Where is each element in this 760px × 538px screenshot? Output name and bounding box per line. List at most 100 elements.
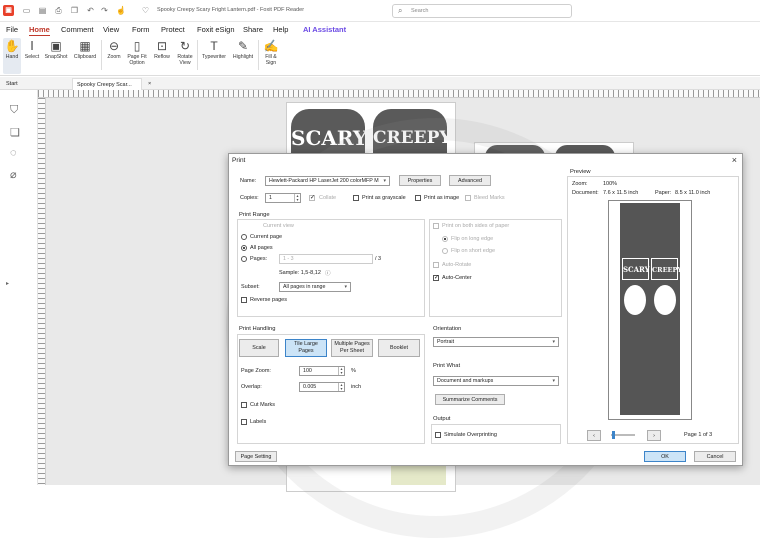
copies-input[interactable]: 1 ▴ ▾ [265, 193, 301, 203]
both-sides-checkbox[interactable] [433, 223, 439, 229]
highlighter-icon: ✎ [237, 39, 249, 53]
grayscale-checkbox[interactable] [353, 195, 359, 201]
menu-foxit-esign[interactable]: Foxit eSign [197, 25, 235, 34]
cancel-button[interactable]: Cancel [694, 451, 736, 462]
menu-file[interactable]: File [6, 25, 18, 34]
search-box[interactable]: ⌕ Search [392, 4, 572, 18]
current-page-radio[interactable] [241, 234, 247, 240]
tile-large-pages-button[interactable]: Tile Large Pages [285, 339, 327, 357]
ribbon-toolbar: ✋ Hand Ⅰ Select ▣ SnapShot ▦ Clipboard ⊖ Zoom… [0, 36, 760, 76]
info-icon[interactable]: ⓘ [325, 269, 331, 277]
print-as-image-checkbox[interactable] [415, 195, 421, 201]
preview-scary-panel: SCARY [622, 258, 650, 280]
page-fit-button[interactable]: ▯ Page Fit Option [126, 38, 148, 74]
booklet-button[interactable]: Booklet [378, 339, 420, 357]
bleed-marks-checkbox[interactable] [465, 195, 471, 201]
subset-select[interactable]: All pages in range ▾ [279, 282, 351, 292]
clipboard-button[interactable]: ▦ Clipboard [71, 38, 99, 74]
pages-radio[interactable] [241, 256, 247, 262]
zoom-button[interactable]: ⊖ Zoom [104, 38, 124, 74]
menu-bar: File Home Comment View Form Protect Foxi… [0, 22, 760, 36]
search-icon: ⌕ [398, 6, 403, 15]
pages-range-input[interactable]: 1 - 3 [279, 254, 373, 264]
pages-icon[interactable]: ❏ [10, 126, 20, 139]
advanced-button[interactable]: Advanced [449, 175, 491, 186]
menu-view[interactable]: View [103, 25, 119, 34]
close-tab-icon[interactable]: × [144, 78, 155, 90]
auto-center-checkbox[interactable]: ✓ [433, 275, 439, 281]
all-pages-radio[interactable] [241, 245, 247, 251]
typewriter-button[interactable]: T Typewriter [200, 38, 228, 74]
ok-button[interactable]: OK [644, 451, 686, 462]
reverse-pages-label: Reverse pages [250, 297, 287, 303]
snapshot-button[interactable]: ▣ SnapShot [43, 38, 69, 74]
cut-marks-checkbox[interactable] [241, 402, 247, 408]
flip-short-edge-radio[interactable] [442, 248, 448, 254]
comments-icon[interactable]: ◌ [10, 147, 17, 159]
clipboard-icon: ▦ [79, 39, 91, 53]
reflow-button[interactable]: ⊡ Reflow [151, 38, 173, 74]
favorite-heart-icon[interactable]: ♡ [141, 6, 150, 15]
reverse-pages-checkbox[interactable] [241, 297, 247, 303]
rotate-view-button[interactable]: ↻ Rotate View [175, 38, 195, 74]
menu-comment[interactable]: Comment [61, 25, 94, 34]
preview-zoom-value: 100% [603, 181, 618, 187]
copy-icon[interactable]: ❐ [70, 6, 79, 15]
hand-icon: ✋ [4, 39, 20, 53]
properties-button[interactable]: Properties [399, 175, 441, 186]
bookmark-icon[interactable]: ⛉ [10, 104, 18, 117]
print-handling-heading: Print Handling [239, 326, 276, 332]
page-zoom-input[interactable]: 100 ▴ ▾ [299, 366, 345, 376]
menu-form[interactable]: Form [132, 25, 150, 34]
highlight-button[interactable]: ✎ Highlight [230, 38, 256, 74]
document-size-value: 7.6 x 11.5 inch [603, 190, 639, 196]
stepper-arrows-icon[interactable]: ▴ ▾ [338, 383, 344, 391]
fill-sign-button[interactable]: ✍ Fill & Sign [262, 38, 280, 74]
menu-home[interactable]: Home [29, 25, 50, 36]
save-icon[interactable]: ▤ [38, 6, 47, 15]
print-icon[interactable]: ⎙ [54, 6, 63, 15]
labels-checkbox[interactable] [241, 419, 247, 425]
print-as-image-label: Print as image [424, 195, 460, 201]
tab-document[interactable]: Spooky Creepy Scar... [72, 78, 142, 90]
stepper-arrows-icon[interactable]: ▴ ▾ [338, 367, 344, 375]
preview-prev-button[interactable]: ‹ [587, 430, 601, 441]
page-counter: Page 1 of 3 [684, 432, 713, 438]
collate-checkbox[interactable]: ✓ [309, 195, 315, 201]
print-what-select[interactable]: Document and markups ▾ [433, 376, 559, 386]
foxit-logo-icon[interactable]: ▣ [3, 5, 14, 16]
menu-ai-assistant[interactable]: AI Assistant [303, 25, 346, 34]
menu-protect[interactable]: Protect [161, 25, 185, 34]
open-folder-icon[interactable]: ▭ [22, 6, 31, 15]
document-title: Spooky Creepy Scary Fright Lantern.pdf -… [157, 7, 305, 13]
menu-share[interactable]: Share [243, 25, 263, 34]
quick-tools-icon[interactable]: ☝ [116, 6, 126, 15]
redo-icon[interactable]: ↷ [100, 6, 109, 15]
preview-slider-thumb[interactable] [612, 431, 615, 439]
overlap-input[interactable]: 0.005 ▴ ▾ [299, 382, 345, 392]
title-bar: ▣ ▭ ▤ ⎙ ❐ ↶ ↷ ☝ ♡ Spooky Creepy Scary Fr… [0, 0, 760, 22]
tab-start[interactable]: Start [2, 78, 22, 90]
printer-select[interactable]: Hewlett-Packard HP LaserJet 200 colorMFP… [265, 176, 390, 186]
menu-help[interactable]: Help [273, 25, 288, 34]
preview-next-button[interactable]: › [647, 430, 661, 441]
simulate-overprinting-checkbox[interactable] [435, 432, 441, 438]
attachment-icon[interactable]: ⌀ [10, 168, 17, 181]
stepper-arrows-icon[interactable]: ▴ ▾ [294, 194, 300, 202]
auto-rotate-checkbox[interactable] [433, 262, 439, 268]
panel-expand-icon[interactable]: ▸ [6, 280, 9, 287]
scale-button[interactable]: Scale [239, 339, 279, 357]
multiple-pages-button[interactable]: Multiple Pages Per Sheet [331, 339, 373, 357]
summarize-comments-button[interactable]: Summarize Comments [435, 394, 505, 405]
close-icon[interactable]: × [732, 155, 737, 165]
horizontal-ruler [38, 90, 760, 98]
simulate-overprinting-label: Simulate Overprinting [444, 432, 497, 438]
undo-icon[interactable]: ↶ [86, 6, 95, 15]
page-setting-button[interactable]: Page Setting [235, 451, 277, 462]
orientation-select[interactable]: Portrait ▾ [433, 337, 559, 347]
flip-long-edge-radio[interactable] [442, 236, 448, 242]
hand-tool-button[interactable]: ✋ Hand [3, 38, 21, 74]
select-tool-button[interactable]: Ⅰ Select [23, 38, 41, 74]
typewriter-icon: T [210, 39, 218, 53]
labels-label: Labels [250, 419, 267, 425]
